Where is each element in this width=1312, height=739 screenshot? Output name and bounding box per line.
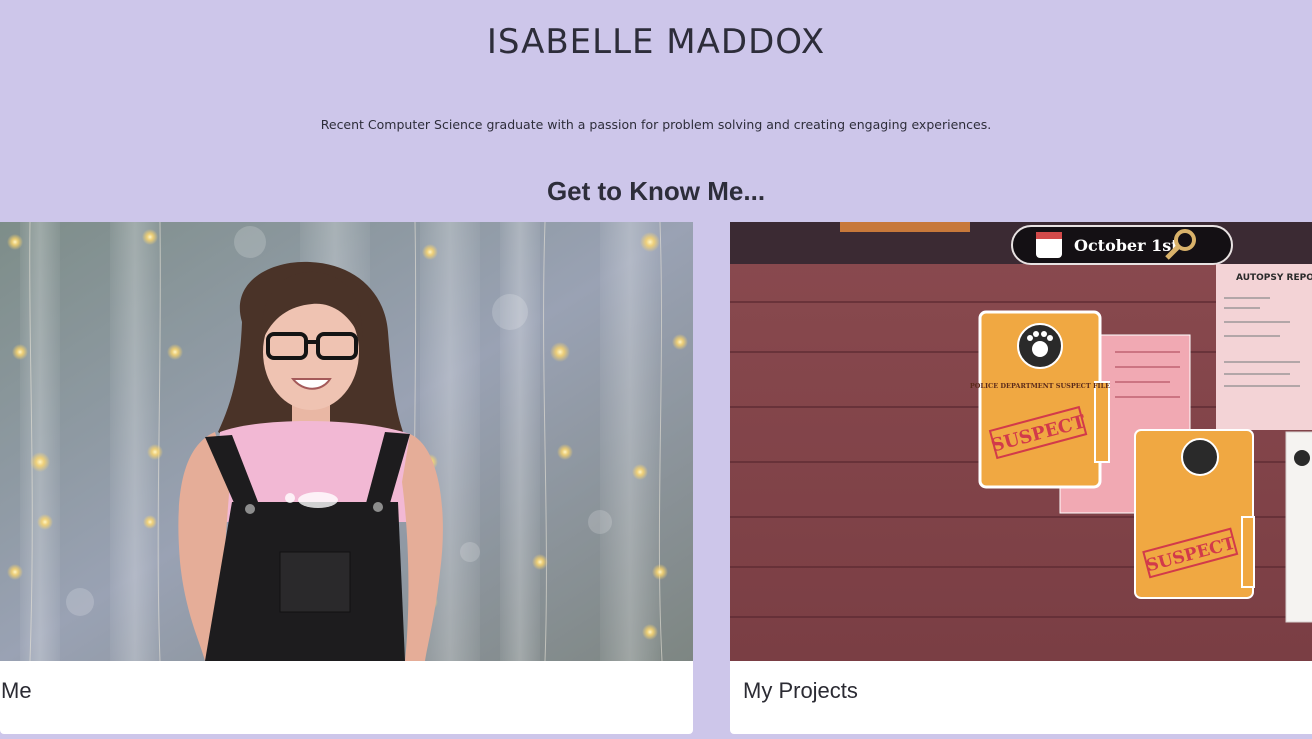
card-me-label[interactable]: Me xyxy=(0,661,693,734)
card-my-projects[interactable]: October 1st AUTOPSY REPO POLICE DEPARTME… xyxy=(730,222,1312,734)
detective-game-screenshot: October 1st AUTOPSY REPO POLICE DEPARTME… xyxy=(730,222,1312,661)
tagline: Recent Computer Science graduate with a … xyxy=(320,117,992,132)
section-title: Get to Know Me... xyxy=(546,176,766,206)
page-title: ISABELLE MADDOX xyxy=(486,22,826,62)
portrait-photo xyxy=(0,222,693,661)
folder-title: POLICE DEPARTMENT SUSPECT FILE xyxy=(970,382,1110,390)
card-me[interactable]: Me xyxy=(0,222,693,734)
card-my-projects-label[interactable]: My Projects xyxy=(730,661,1312,734)
date-banner: October 1st xyxy=(1074,236,1179,255)
report-header: AUTOPSY REPO xyxy=(1236,273,1312,283)
